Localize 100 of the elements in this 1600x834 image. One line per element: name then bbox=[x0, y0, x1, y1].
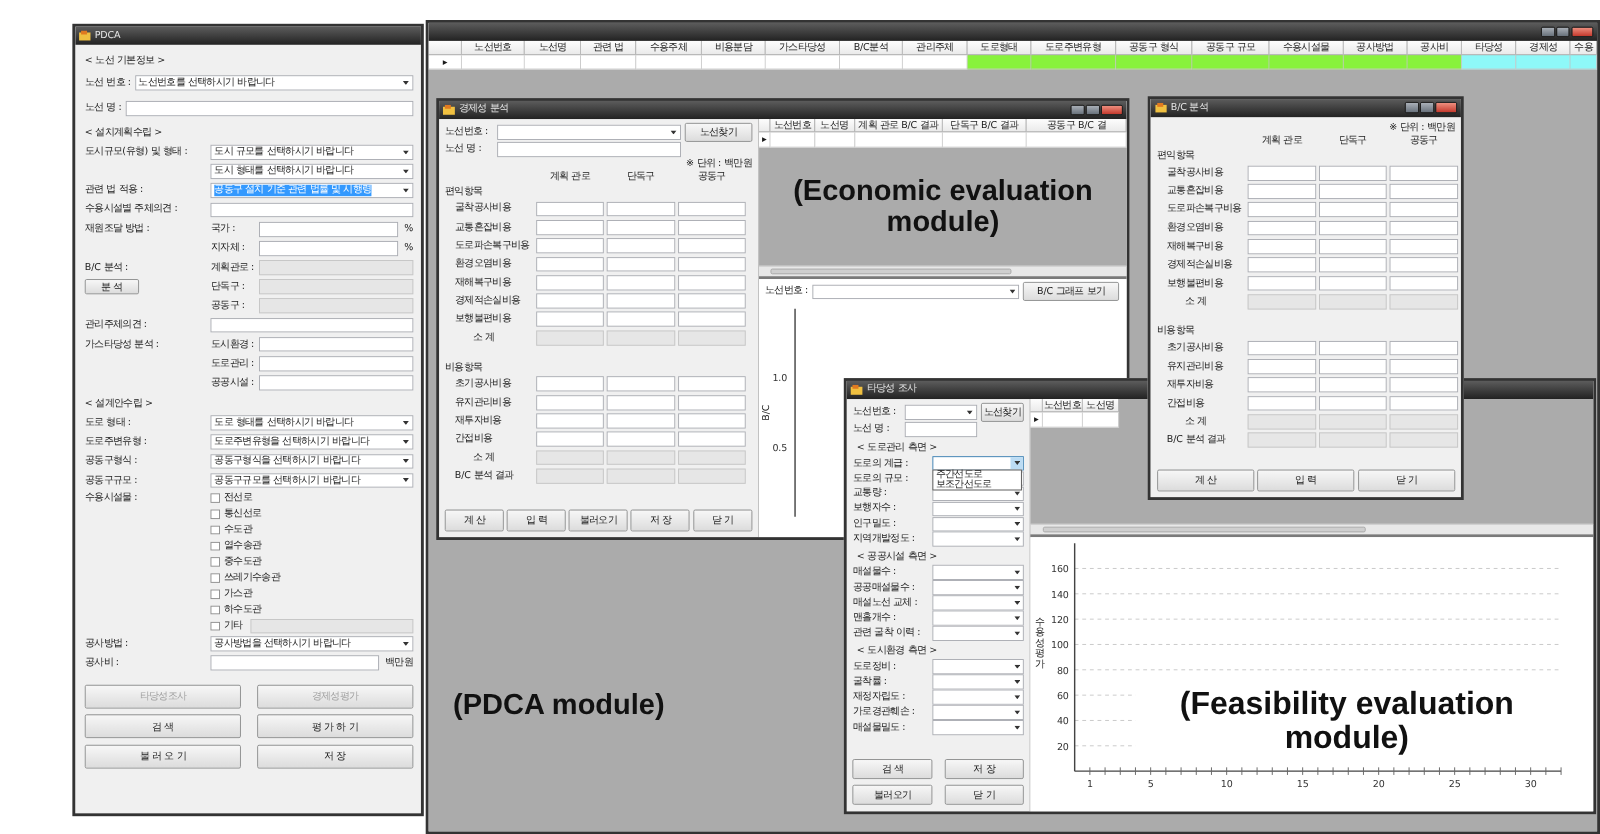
text-field[interactable] bbox=[606, 376, 675, 392]
text-field[interactable] bbox=[1389, 183, 1458, 199]
text-field[interactable] bbox=[1247, 414, 1316, 430]
text-field[interactable] bbox=[1389, 202, 1458, 218]
minimize-button[interactable] bbox=[1540, 26, 1555, 38]
close-button[interactable] bbox=[1101, 104, 1124, 116]
text-field[interactable] bbox=[1389, 432, 1458, 448]
checkbox[interactable] bbox=[210, 509, 221, 519]
text-field[interactable] bbox=[125, 101, 414, 117]
text-field[interactable] bbox=[250, 618, 414, 634]
text-field[interactable] bbox=[606, 330, 675, 346]
dropdown[interactable] bbox=[932, 516, 1024, 532]
dropdown[interactable] bbox=[932, 531, 1024, 547]
checkbox[interactable] bbox=[210, 525, 221, 535]
text-field[interactable] bbox=[496, 141, 681, 157]
text-field[interactable] bbox=[677, 201, 746, 217]
dropdown[interactable] bbox=[904, 404, 977, 420]
text-field[interactable] bbox=[535, 450, 604, 466]
text-field[interactable] bbox=[535, 293, 604, 309]
scrollbar[interactable] bbox=[758, 266, 1128, 276]
maximize-button[interactable] bbox=[1419, 102, 1434, 114]
text-field[interactable] bbox=[1389, 257, 1458, 273]
text-field[interactable] bbox=[1247, 294, 1316, 310]
text-field[interactable] bbox=[1389, 377, 1458, 393]
text-field[interactable] bbox=[1389, 395, 1458, 411]
text-field[interactable] bbox=[258, 356, 414, 372]
text-field[interactable] bbox=[677, 275, 746, 291]
text-field[interactable] bbox=[258, 221, 399, 237]
text-field[interactable] bbox=[1318, 395, 1387, 411]
text-field[interactable] bbox=[535, 275, 604, 291]
text-field[interactable] bbox=[1318, 220, 1387, 236]
text-field[interactable] bbox=[535, 431, 604, 447]
text-field[interactable] bbox=[535, 311, 604, 327]
text-field[interactable] bbox=[210, 202, 414, 218]
text-field[interactable] bbox=[535, 413, 604, 429]
scrollbar[interactable] bbox=[1030, 523, 1594, 534]
text-field[interactable] bbox=[677, 450, 746, 466]
text-field[interactable] bbox=[677, 330, 746, 346]
text-field[interactable] bbox=[258, 279, 414, 295]
text-field[interactable] bbox=[1247, 220, 1316, 236]
text-field[interactable] bbox=[1318, 275, 1387, 291]
text-field[interactable] bbox=[535, 468, 604, 484]
text-field[interactable] bbox=[606, 238, 675, 254]
dropdown[interactable] bbox=[932, 704, 1024, 720]
dropdown[interactable] bbox=[932, 565, 1024, 581]
text-field[interactable] bbox=[1389, 165, 1458, 181]
checkbox[interactable] bbox=[210, 573, 221, 583]
text-field[interactable] bbox=[1247, 395, 1316, 411]
text-field[interactable] bbox=[1318, 257, 1387, 273]
text-field[interactable] bbox=[535, 219, 604, 235]
text-field[interactable] bbox=[606, 450, 675, 466]
maximize-button[interactable] bbox=[1555, 26, 1570, 38]
checkbox[interactable] bbox=[210, 541, 221, 551]
text-field[interactable] bbox=[1247, 359, 1316, 375]
text-field[interactable] bbox=[677, 376, 746, 392]
text-field[interactable] bbox=[210, 317, 414, 333]
text-field[interactable] bbox=[677, 311, 746, 327]
dropdown[interactable] bbox=[932, 610, 1024, 626]
close-button[interactable] bbox=[1435, 102, 1458, 114]
text-field[interactable] bbox=[1318, 165, 1387, 181]
text-field[interactable] bbox=[1318, 239, 1387, 255]
text-field[interactable] bbox=[535, 395, 604, 411]
checkbox[interactable] bbox=[210, 589, 221, 599]
text-field[interactable] bbox=[677, 468, 746, 484]
dropdown[interactable] bbox=[812, 284, 1020, 300]
text-field[interactable] bbox=[1318, 432, 1387, 448]
text-field[interactable] bbox=[1318, 202, 1387, 218]
dropdown[interactable] bbox=[496, 124, 681, 140]
dropdown[interactable] bbox=[932, 719, 1024, 735]
dropdown[interactable] bbox=[932, 689, 1024, 705]
text-field[interactable] bbox=[677, 238, 746, 254]
text-field[interactable] bbox=[677, 293, 746, 309]
text-field[interactable] bbox=[606, 201, 675, 217]
text-field[interactable] bbox=[1318, 414, 1387, 430]
text-field[interactable] bbox=[1318, 359, 1387, 375]
text-field[interactable] bbox=[1247, 257, 1316, 273]
text-field[interactable] bbox=[606, 293, 675, 309]
text-field[interactable] bbox=[535, 256, 604, 272]
dropdown[interactable] bbox=[932, 659, 1024, 674]
text-field[interactable] bbox=[1389, 340, 1458, 356]
text-field[interactable] bbox=[606, 275, 675, 291]
text-field[interactable] bbox=[1389, 294, 1458, 310]
dropdown[interactable] bbox=[932, 595, 1024, 611]
checkbox[interactable] bbox=[210, 493, 221, 503]
dropdown[interactable] bbox=[932, 501, 1024, 517]
text-field[interactable] bbox=[1318, 294, 1387, 310]
text-field[interactable] bbox=[258, 375, 414, 391]
text-field[interactable] bbox=[1389, 359, 1458, 375]
text-field[interactable] bbox=[677, 431, 746, 447]
dropdown[interactable] bbox=[932, 580, 1024, 596]
text-field[interactable] bbox=[258, 260, 414, 276]
minimize-button[interactable] bbox=[1404, 102, 1419, 114]
text-field[interactable] bbox=[258, 336, 414, 352]
checkbox[interactable] bbox=[210, 621, 221, 631]
text-field[interactable] bbox=[258, 298, 414, 314]
text-field[interactable] bbox=[1247, 239, 1316, 255]
text-field[interactable] bbox=[677, 219, 746, 235]
text-field[interactable] bbox=[606, 256, 675, 272]
text-field[interactable] bbox=[210, 655, 379, 671]
text-field[interactable] bbox=[1389, 414, 1458, 430]
